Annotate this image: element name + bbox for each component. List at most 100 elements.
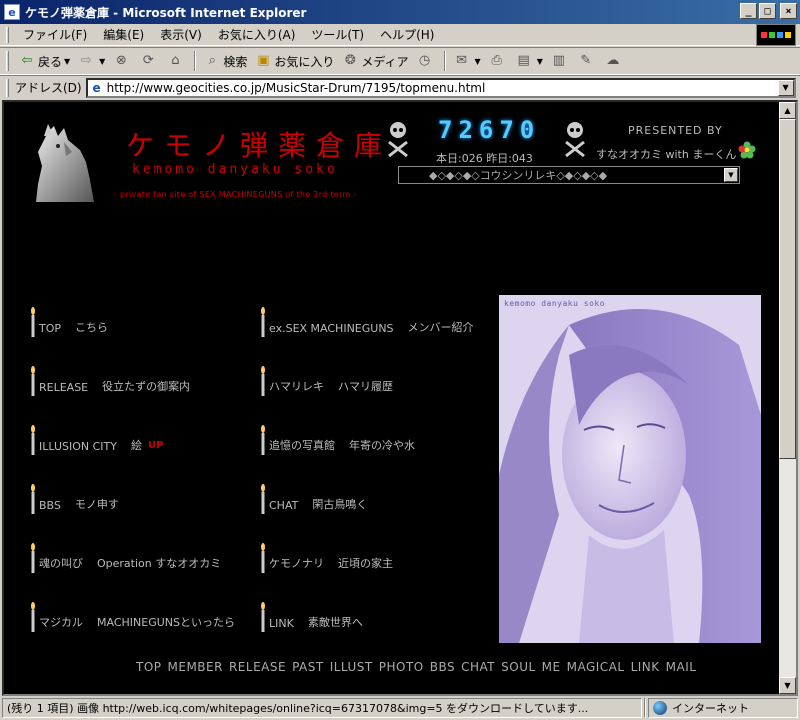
presenter-name: すなオオカミ with まーくん	[596, 148, 737, 161]
link-label: ILLUSION CITY	[39, 440, 117, 453]
nav-past[interactable]: PAST	[292, 660, 324, 674]
discuss-button[interactable]: ▥	[547, 51, 574, 71]
nav-bbs[interactable]: BBS	[430, 660, 455, 674]
menu-file[interactable]: ファイル(F)	[15, 24, 95, 45]
internet-globe-icon	[653, 701, 667, 715]
menu-link-photo[interactable]: 追憶の写真館 年寄の冷や水	[259, 425, 415, 455]
nav-member[interactable]: MEMBER	[168, 660, 223, 674]
forward-dropdown-icon[interactable]: ▼	[99, 57, 105, 66]
candle-icon	[261, 543, 265, 573]
forward-button[interactable]: ⇨ ▼	[74, 51, 109, 71]
menu-link-link[interactable]: LINK 素敵世界へ	[259, 602, 363, 632]
address-bar: アドレス(D) e http://www.geocities.co.jp/Mus…	[0, 75, 800, 99]
menu-link-hamari[interactable]: ハマリレキ ハマリ履歴	[259, 366, 393, 396]
address-url: http://www.geocities.co.jp/MusicStar-Dru…	[106, 80, 486, 95]
menu-link-illusion-city[interactable]: ILLUSION CITY 絵 UP	[29, 425, 163, 455]
messenger-icon: ☁	[606, 53, 620, 68]
messenger-button[interactable]: ☁	[601, 51, 628, 71]
select-dropdown-icon[interactable]: ▼	[724, 168, 738, 182]
nav-link[interactable]: LINK	[631, 660, 660, 674]
nav-magical[interactable]: MAGICAL	[567, 660, 625, 674]
menu-view[interactable]: 表示(V)	[152, 24, 210, 45]
toolbar-grip[interactable]	[6, 51, 9, 71]
link-label: ケモノナリ	[269, 557, 324, 570]
scroll-up-arrow-icon[interactable]: ▲	[779, 102, 796, 119]
link-description: MACHINEGUNSといったら	[97, 616, 235, 629]
window-title: ケモノ弾薬倉庫 - Microsoft Internet Explorer	[25, 5, 307, 20]
nav-top[interactable]: TOP	[136, 660, 162, 674]
history-icon: ◷	[418, 53, 431, 68]
media-icon: ❂	[344, 53, 356, 68]
media-label: メディア	[361, 54, 409, 69]
link-label: ハマリレキ	[269, 380, 324, 393]
toolbar-separator	[194, 51, 197, 71]
security-zone: インターネット	[648, 698, 798, 718]
edit-page-icon: ▤	[517, 53, 530, 68]
link-description: こちら	[75, 321, 109, 334]
nav-mail[interactable]: MAIL	[666, 660, 697, 674]
vertical-scrollbar[interactable]: ▲ ▼	[779, 102, 796, 694]
scroll-down-arrow-icon[interactable]: ▼	[779, 677, 796, 694]
menu-link-top[interactable]: TOP こちら	[29, 307, 108, 337]
update-history-select[interactable]: ◆◇◆◇◆◇コウシンリレキ◇◆◇◆◇◆ ▼	[398, 166, 740, 184]
candle-icon	[31, 543, 35, 573]
menu-link-kemononari[interactable]: ケモノナリ 近頃の家主	[259, 543, 393, 573]
back-dropdown-icon[interactable]: ▼	[64, 57, 70, 66]
menu-tools[interactable]: ツール(T)	[303, 24, 372, 45]
back-button[interactable]: ⇦ 戻る ▼	[15, 51, 74, 72]
site-subtitle: - private fan site of SEX MACHINEGUNS of…	[114, 190, 357, 199]
candle-icon	[261, 602, 265, 632]
menu-link-release[interactable]: RELEASE 役立たずの御案内	[29, 366, 190, 396]
nav-photo[interactable]: PHOTO	[379, 660, 424, 674]
refresh-button[interactable]: ⟳	[136, 51, 163, 71]
close-button[interactable]: ×	[780, 3, 797, 19]
menu-link-magical[interactable]: マジカル MACHINEGUNSといったら	[29, 602, 235, 632]
link-label: BBS	[39, 499, 61, 512]
address-input[interactable]: e http://www.geocities.co.jp/MusicStar-D…	[85, 77, 796, 98]
media-button[interactable]: ❂ メディア	[338, 51, 412, 72]
nav-chat[interactable]: CHAT	[461, 660, 495, 674]
mail-button[interactable]: ✉ ▼	[450, 51, 485, 71]
history-button[interactable]: ◷	[413, 51, 440, 71]
home-button[interactable]: ⌂	[163, 51, 190, 71]
menu-link-members[interactable]: ex.SEX MACHINEGUNS メンバー紹介	[259, 307, 474, 337]
menu-link-soul[interactable]: 魂の叫び Operation すなオオカミ	[29, 543, 221, 573]
edit-dropdown-icon[interactable]: ▼	[537, 57, 543, 66]
menu-favorites[interactable]: お気に入り(A)	[210, 24, 304, 45]
edit-button[interactable]: ▤ ▼	[512, 51, 547, 71]
portrait-illustration: kemomo danyaku soko	[499, 295, 761, 643]
scrollbar-thumb[interactable]	[779, 119, 796, 459]
link-description: 役立たずの御案内	[102, 380, 191, 393]
candle-icon	[261, 307, 265, 337]
ie-icon: e	[4, 4, 20, 20]
menu-help[interactable]: ヘルプ(H)	[372, 24, 442, 45]
menu-edit[interactable]: 編集(E)	[95, 24, 152, 45]
nav-illust[interactable]: ILLUST	[330, 660, 373, 674]
mail-dropdown-icon[interactable]: ▼	[475, 57, 481, 66]
icq-flower-icon[interactable]	[737, 140, 757, 160]
minimize-button[interactable]: _	[740, 3, 757, 19]
link-description: モノ申す	[74, 498, 119, 511]
addressbar-grip[interactable]	[6, 78, 9, 97]
menubar-grip[interactable]	[6, 26, 9, 43]
research-button[interactable]: ✎	[574, 51, 601, 71]
status-cell	[644, 698, 646, 718]
link-description: 絵	[130, 439, 142, 452]
stop-button[interactable]: ⊗	[109, 51, 136, 71]
address-dropdown-icon[interactable]: ▼	[777, 79, 794, 96]
menu-link-bbs[interactable]: BBS モノ申す	[29, 484, 119, 514]
nav-release[interactable]: RELEASE	[229, 660, 286, 674]
link-description: Operation すなオオカミ	[97, 557, 222, 570]
forward-arrow-icon: ⇨	[80, 53, 92, 68]
favorites-label: お気に入り	[274, 54, 335, 69]
nav-me[interactable]: ME	[542, 660, 561, 674]
menu-link-chat[interactable]: CHAT 閑古鳥鳴く	[259, 484, 367, 514]
home-icon: ⌂	[171, 53, 180, 68]
discuss-icon: ▥	[552, 53, 565, 68]
nav-soul[interactable]: SOUL	[501, 660, 536, 674]
maximize-button[interactable]: □	[759, 3, 776, 19]
bottom-navigation: TOP MEMBER RELEASE PAST ILLUST PHOTO BBS…	[136, 660, 696, 674]
favorites-button[interactable]: ▣ お気に入り	[251, 51, 338, 72]
search-button[interactable]: ⌕ 検索	[200, 51, 251, 72]
print-button[interactable]: ⎙	[485, 51, 512, 71]
